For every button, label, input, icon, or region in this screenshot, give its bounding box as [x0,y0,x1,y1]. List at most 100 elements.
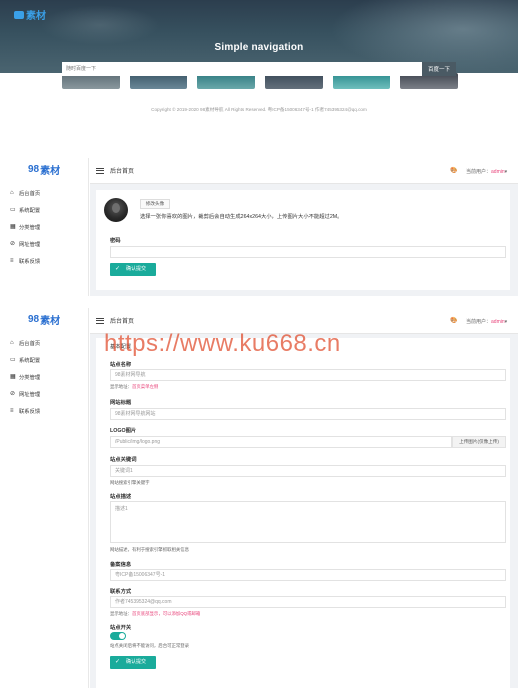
description-label: 站点描述 [110,494,132,500]
user-name: admin [491,169,505,175]
keywords-help: 网站搜索引擎关键字 [110,480,150,485]
watermark-text: https://www.ku668.cn [104,330,341,357]
grid-icon: ▦ [10,374,16,380]
theme-palette-icon[interactable]: 🎨 [450,317,457,324]
site-title-label: 网站标题 [110,400,132,406]
avatar-hint: 选择一张你喜欢的图片，裁剪后会自动生成264x264大小，上传图片大小不能超过2… [140,214,343,220]
user-menu[interactable]: 当前用户：admin▾ [466,318,507,325]
search-button[interactable]: 百度一下 [422,62,456,76]
site-switch-label: 站点开关 [110,625,132,631]
submit-button[interactable]: ✓ 确认提交 [110,263,156,276]
password-field[interactable] [110,246,506,258]
sidebar-item-label: 系统配置 [19,207,41,214]
submit-label: 确认提交 [126,659,147,665]
chevron-down-icon: ▾ [504,319,508,325]
help-prefix: 显示地址： [110,384,132,389]
main-area: 后台首页 🎨 当前用户：admin▾ 基本配置 站点名称 98素材网导航 显示地… [90,308,518,688]
site-name-help: 显示地址：首页菜单左侧 [110,384,158,390]
profile-form: 修改头像 选择一张你喜欢的图片，裁剪后会自动生成264x264大小，上传图片大小… [96,190,510,290]
sidebar-item-urls[interactable]: ⊘ 网址管理 [0,385,88,402]
site-switch-toggle[interactable] [110,632,126,640]
contact-help: 显示地址：首页底部显示，可以添加QQ或邮箱 [110,611,200,617]
hero-title: Simple navigation [214,42,304,53]
sidebar-item-label: 网址管理 [19,241,41,248]
menu-toggle-icon[interactable] [96,167,104,174]
admin-logo[interactable]: 98 素材 [0,308,88,330]
admin-config-panel: 98 素材 ⌂ 后台首页 ▭ 系统配置 ▦ 分类管理 ⊘ 网址管理 ≡ 联系反馈 后台首页… [0,308,518,688]
user-name: admin [491,319,505,325]
help-prefix: 显示地址： [110,611,132,616]
sidebar-item-home[interactable]: ⌂ 后台首页 [0,334,88,351]
site-title-field[interactable]: 98素材网导航网站 [110,408,506,420]
home-icon: ⌂ [10,339,14,346]
modify-avatar-button[interactable]: 修改头像 [140,199,170,209]
config-form: 基本配置 站点名称 98素材网导航 显示地址：首页菜单左侧 网站标题 98素材网… [96,338,510,688]
compass-icon: ⊘ [10,391,16,397]
sidebar-item-label: 系统配置 [19,357,41,364]
help-value: 首页底部显示，可以添加QQ或邮箱 [131,611,201,616]
site-logo[interactable]: 素材 [14,7,46,22]
theme-palette-icon[interactable]: 🎨 [450,167,457,174]
sidebar-item-label: 网址管理 [19,391,41,398]
compass-icon: ⊘ [10,241,16,247]
navigation-preview: 素材 Simple navigation 百度一下 BOBRATE Copyri… [0,0,518,135]
submit-label: 确认提交 [126,266,147,272]
keywords-field[interactable]: 关键词1 [110,465,506,477]
logo-number: 98 [28,313,40,325]
monitor-icon: ▭ [10,357,16,363]
keywords-label: 站点关键词 [110,457,137,463]
check-icon: ✓ [115,266,121,272]
help-value: 首页菜单左侧 [131,384,159,389]
chevron-down-icon: ▾ [504,169,508,175]
sidebar-menu: ⌂ 后台首页 ▭ 系统配置 ▦ 分类管理 ⊘ 网址管理 ≡ 联系反馈 [0,184,88,269]
search-bar: 百度一下 [62,62,456,76]
logo-number: 98 [28,163,40,175]
sidebar-item-feedback[interactable]: ≡ 联系反馈 [0,252,88,269]
logo-text: 素材 [26,11,46,22]
logo-word: 素材 [40,165,61,177]
avatar [104,198,128,222]
site-name-field[interactable]: 98素材网导航 [110,369,506,381]
sidebar-item-label: 联系反馈 [19,408,41,415]
sidebar: 98 素材 ⌂ 后台首页 ▭ 系统配置 ▦ 分类管理 ⊘ 网址管理 ≡ 联系反馈 [0,158,89,296]
logo-path-field[interactable]: /Public/img/logo.png [110,436,452,448]
grid-icon: ▦ [10,224,16,230]
home-icon: ⌂ [10,189,14,196]
sidebar-item-config[interactable]: ▭ 系统配置 [0,351,88,368]
logo-word: 素材 [40,315,61,327]
logo-mark-icon [14,10,24,19]
page-title: 后台首页 [110,319,135,325]
list-icon: ≡ [10,257,14,264]
upload-image-button[interactable]: 上传图片(仅像上传) [452,436,506,448]
main-area: 后台首页 🎨 当前用户：admin▾ 修改头像 选择一张你喜欢的图片，裁剪后会自… [90,158,518,296]
sidebar-item-label: 分类管理 [19,374,41,381]
check-icon: ✓ [115,659,121,665]
monitor-icon: ▭ [10,207,16,213]
icp-label: 备案信息 [110,562,132,568]
sidebar-item-feedback[interactable]: ≡ 联系反馈 [0,402,88,419]
sidebar-item-home[interactable]: ⌂ 后台首页 [0,184,88,201]
menu-toggle-icon[interactable] [96,317,104,324]
sidebar-item-config[interactable]: ▭ 系统配置 [0,201,88,218]
contact-field[interactable]: 作者745395324@qq.com [110,596,506,608]
logo-label: LOGO图片 [110,428,137,434]
page-title: 后台首页 [110,169,135,175]
search-input[interactable] [62,62,422,76]
sidebar-item-category[interactable]: ▦ 分类管理 [0,218,88,235]
description-textarea[interactable]: 描述1 [110,501,506,543]
admin-logo[interactable]: 98 素材 [0,158,88,180]
copyright-text: Copyright © 2019-2020 98素材导航 All Rights … [151,107,367,112]
description-help: 网站描述，有利于搜索引擎抓取相关信息 [110,547,190,552]
user-menu[interactable]: 当前用户：admin▾ [466,168,507,175]
sidebar-item-urls[interactable]: ⊘ 网址管理 [0,235,88,252]
contact-label: 联系方式 [110,589,132,595]
list-icon: ≡ [10,407,14,414]
top-bar: 后台首页 🎨 当前用户：admin▾ [90,158,518,184]
icp-field[interactable]: 粤ICP备15006347号-1 [110,569,506,581]
site-switch-help: 站点关闭后将不能访问，后台可正常登录 [110,643,190,648]
user-prefix: 当前用户： [466,169,492,175]
sidebar-item-category[interactable]: ▦ 分类管理 [0,368,88,385]
admin-profile-panel: 98 素材 ⌂ 后台首页 ▭ 系统配置 ▦ 分类管理 ⊘ 网址管理 ≡ 联系反馈 后台首页… [0,158,518,296]
sidebar-item-label: 分类管理 [19,224,41,231]
submit-button[interactable]: ✓ 确认提交 [110,656,156,669]
